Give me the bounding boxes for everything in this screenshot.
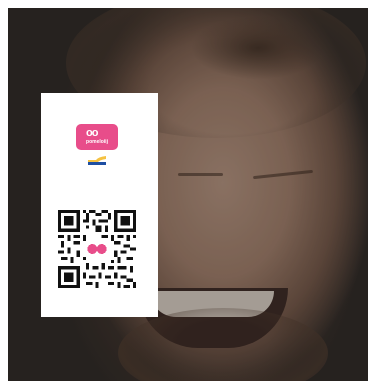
logo-text: pomeloiij: [86, 139, 108, 145]
qr-code[interactable]: [58, 210, 136, 288]
photo-frame: oo pomeloiij: [8, 8, 368, 381]
logo-eyes: oo: [86, 127, 98, 139]
brand-logo[interactable]: oo pomeloiij: [76, 124, 118, 150]
flag-icon: [86, 154, 108, 166]
promo-card[interactable]: oo pomeloiij: [41, 93, 158, 317]
